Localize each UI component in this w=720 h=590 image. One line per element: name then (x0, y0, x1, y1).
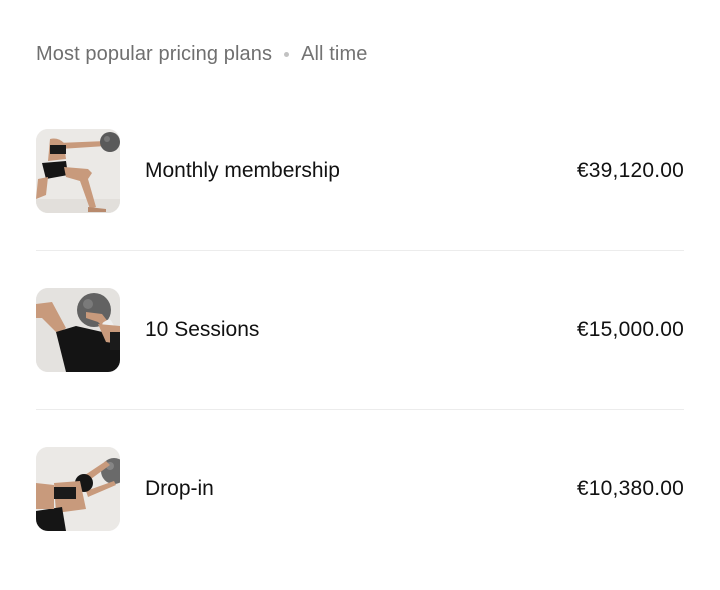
yoga-ball-floor-photo (36, 288, 120, 372)
plan-name: Monthly membership (145, 159, 340, 182)
yoga-ball-stretch-photo (36, 447, 120, 531)
plans-list: Monthly membership €39,120.00 10 Session… (36, 92, 684, 568)
separator-dot (284, 51, 290, 57)
time-period-label[interactable]: All time (301, 43, 367, 66)
plan-thumbnail (36, 129, 120, 213)
plan-name: Drop-in (145, 477, 214, 500)
plan-price: €10,380.00 (576, 477, 684, 500)
plan-price: €15,000.00 (576, 318, 684, 341)
plan-row-monthly-membership[interactable]: Monthly membership €39,120.00 (36, 92, 684, 250)
plan-row-10-sessions[interactable]: 10 Sessions €15,000.00 (36, 250, 684, 409)
plan-name: 10 Sessions (145, 318, 260, 341)
card-title: Most popular pricing plans (36, 42, 273, 65)
plan-thumbnail (36, 288, 120, 372)
plan-price: €39,120.00 (576, 159, 684, 182)
plan-thumbnail (36, 447, 120, 531)
plan-row-drop-in[interactable]: Drop-in €10,380.00 (36, 409, 684, 568)
pricing-plans-card: Most popular pricing plans All time Mont… (0, 0, 720, 590)
yoga-ball-lunge-photo (36, 129, 120, 213)
card-header: Most popular pricing plans All time (36, 40, 367, 68)
